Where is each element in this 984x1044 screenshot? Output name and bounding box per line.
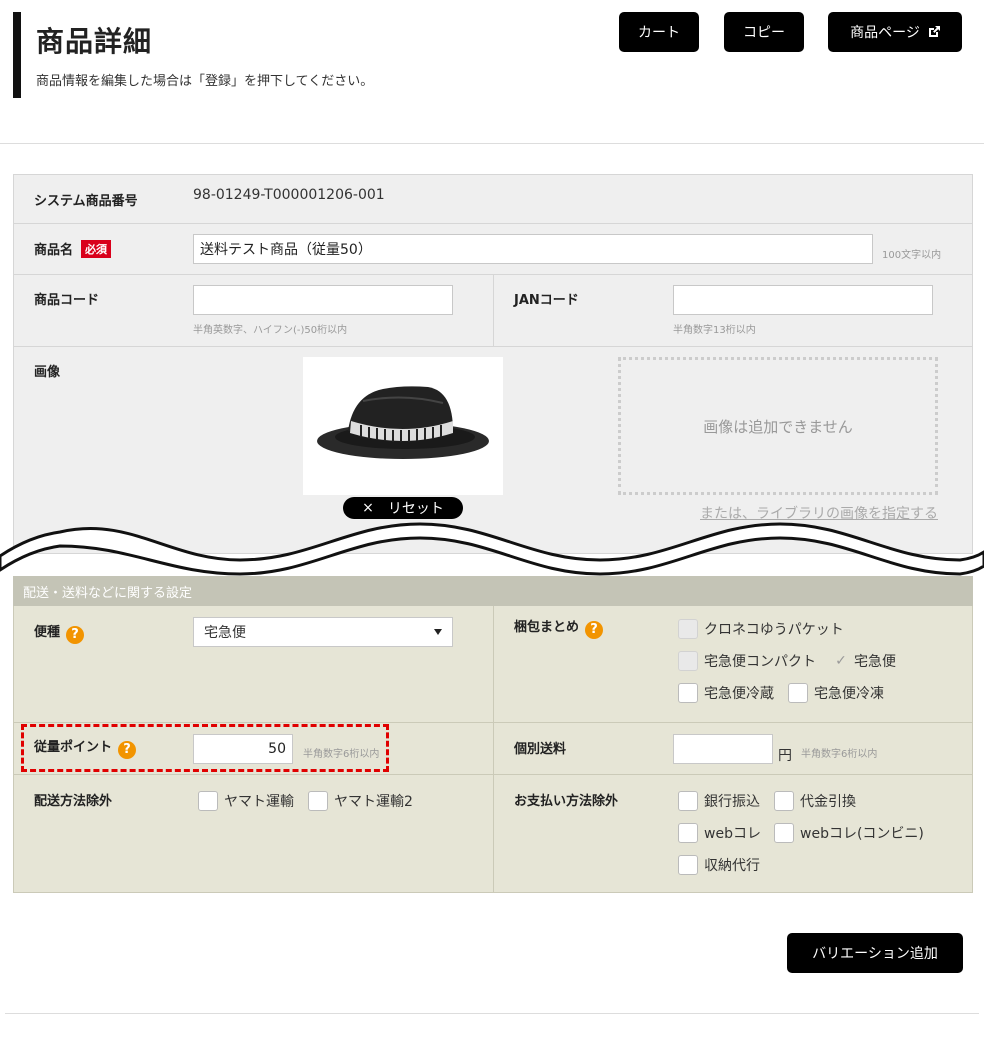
packing-option-takkyubin[interactable]: ✓ 宅急便 xyxy=(834,651,896,671)
exclude-option-label: webコレ(コンビニ) xyxy=(800,826,924,842)
exclude-option-label: 銀行振込 xyxy=(704,794,760,810)
checkbox[interactable] xyxy=(678,791,698,811)
service-type-label: 便種? xyxy=(34,621,85,644)
product-name-input[interactable]: 送料テスト商品（従量50） xyxy=(193,234,873,264)
checkbox[interactable] xyxy=(774,791,794,811)
yen-unit: 円 xyxy=(778,748,792,764)
add-variation-label: バリエーション追加 xyxy=(812,946,938,962)
chevron-down-icon xyxy=(434,629,442,635)
exclude-option-label: ヤマト運輸 xyxy=(224,794,294,810)
page-header: 商品詳細 商品情報を編集した場合は「登録」を押下してください。 カート コピー … xyxy=(0,0,984,144)
no-add-text: 画像は追加できません xyxy=(703,417,853,436)
exclude-bank[interactable]: 銀行振込 xyxy=(678,791,760,811)
product-code-label: 商品コード xyxy=(34,293,100,308)
copy-button[interactable]: コピー xyxy=(724,12,804,52)
packing-label-text: 梱包まとめ xyxy=(514,620,580,635)
exclude-delivery-label: 配送方法除外 xyxy=(34,794,113,809)
checkbox[interactable] xyxy=(198,791,218,811)
check-icon: ✓ xyxy=(835,653,847,669)
packing-option-nekopos[interactable]: クロネコゆうパケット xyxy=(678,619,844,639)
exclude-collection[interactable]: 収納代行 xyxy=(678,855,760,875)
product-info-table: システム商品番号 98-01249-T000001206-001 商品名 必須 送… xyxy=(13,174,973,554)
image-label: 画像 xyxy=(34,365,61,380)
packing-option-cool[interactable]: 宅急便冷蔵 xyxy=(678,683,774,703)
checkbox[interactable] xyxy=(678,823,698,843)
jan-code-label: JANコード xyxy=(514,293,579,308)
item-page-button-label: 商品ページ xyxy=(850,25,920,41)
points-highlight-box xyxy=(21,724,389,772)
service-type-value: 宅急便 xyxy=(204,625,246,641)
help-icon[interactable]: ? xyxy=(66,625,85,644)
copy-button-label: コピー xyxy=(743,25,785,41)
packing-option-label: クロネコゆうパケット xyxy=(704,622,844,638)
footer-divider xyxy=(5,1013,979,1014)
system-no-label: システム商品番号 xyxy=(34,194,138,209)
packing-option-label: 宅急便冷蔵 xyxy=(704,686,774,702)
product-code-input[interactable] xyxy=(193,285,453,315)
exclude-yamato2[interactable]: ヤマト運輸2 xyxy=(308,791,413,811)
required-badge: 必須 xyxy=(81,240,112,258)
shipping-section-header: 配送・送料などに関する設定 xyxy=(13,576,973,606)
packing-option-compact[interactable]: 宅急便コンパクト xyxy=(678,651,816,671)
page-title: 商品詳細 xyxy=(36,25,153,58)
packing-option-label: 宅急便コンパクト xyxy=(704,654,816,670)
item-page-button[interactable]: 商品ページ xyxy=(828,12,962,52)
column-divider xyxy=(493,723,494,774)
service-type-select[interactable]: 宅急便 xyxy=(193,617,453,647)
individual-fee-hint: 半角数字6桁以内 xyxy=(801,749,878,760)
exclude-option-label: ヤマト運輸2 xyxy=(334,794,413,810)
individual-fee-input[interactable] xyxy=(673,734,773,764)
packing-option-frozen[interactable]: 宅急便冷凍 xyxy=(788,683,884,703)
checkbox[interactable] xyxy=(678,651,698,671)
exclude-payment-label: お支払い方法除外 xyxy=(514,794,619,809)
image-drop-zone: 画像は追加できません xyxy=(618,357,938,495)
column-divider xyxy=(493,606,494,722)
product-name-hint: 100文字以内 xyxy=(882,250,942,261)
jan-code-hint: 半角数字13桁以内 xyxy=(673,325,756,336)
exclude-cod[interactable]: 代金引換 xyxy=(774,791,856,811)
checkbox[interactable] xyxy=(678,683,698,703)
exclude-webcolle-conv[interactable]: webコレ(コンビニ) xyxy=(774,823,924,843)
exclude-option-label: 代金引換 xyxy=(800,794,856,810)
service-type-row: 便種? 宅急便 梱包まとめ? クロネコゆうパケット 宅急便コンパクト ✓ 宅急便 … xyxy=(14,606,972,723)
checkbox[interactable] xyxy=(308,791,328,811)
checkbox[interactable] xyxy=(678,855,698,875)
product-image xyxy=(303,357,503,495)
individual-fee-label: 個別送料 xyxy=(514,742,567,757)
exclude-option-label: webコレ xyxy=(704,826,761,842)
column-divider xyxy=(493,275,494,346)
code-row: 商品コード 半角英数字、ハイフン(-)50桁以内 JANコード 半角数字13桁以… xyxy=(14,275,972,347)
exclude-option-label: 収納代行 xyxy=(704,858,760,874)
exclude-webcolle[interactable]: webコレ xyxy=(678,823,761,843)
checkbox[interactable] xyxy=(788,683,808,703)
title-accent-bar xyxy=(13,12,21,98)
cart-button-label: カート xyxy=(638,25,680,41)
service-type-label-text: 便種 xyxy=(34,625,61,640)
page-subtitle: 商品情報を編集した場合は「登録」を押下してください。 xyxy=(36,74,374,89)
checkbox[interactable] xyxy=(678,619,698,639)
jan-code-input[interactable] xyxy=(673,285,933,315)
packing-option-label: 宅急便 xyxy=(854,654,896,670)
packing-label: 梱包まとめ? xyxy=(514,616,604,639)
external-link-icon xyxy=(928,26,940,38)
product-name-label: 商品名 必須 xyxy=(34,239,112,258)
column-divider xyxy=(493,775,494,892)
product-name-label-text: 商品名 xyxy=(34,243,74,258)
product-code-hint: 半角英数字、ハイフン(-)50桁以内 xyxy=(193,325,348,336)
exclude-yamato[interactable]: ヤマト運輸 xyxy=(198,791,294,811)
product-name-row: 商品名 必須 送料テスト商品（従量50） 100文字以内 xyxy=(14,224,972,275)
exclusion-row: 配送方法除外 ヤマト運輸 ヤマト運輸2 お支払い方法除外 銀行振込 代金引換 w… xyxy=(14,775,972,892)
system-no-value: 98-01249-T000001206-001 xyxy=(193,187,385,203)
cart-button[interactable]: カート xyxy=(619,12,699,52)
add-variation-button[interactable]: バリエーション追加 xyxy=(787,933,963,973)
system-no-row: システム商品番号 98-01249-T000001206-001 xyxy=(14,175,972,224)
checkbox[interactable] xyxy=(774,823,794,843)
help-icon[interactable]: ? xyxy=(585,620,604,639)
packing-option-label: 宅急便冷凍 xyxy=(814,686,884,702)
